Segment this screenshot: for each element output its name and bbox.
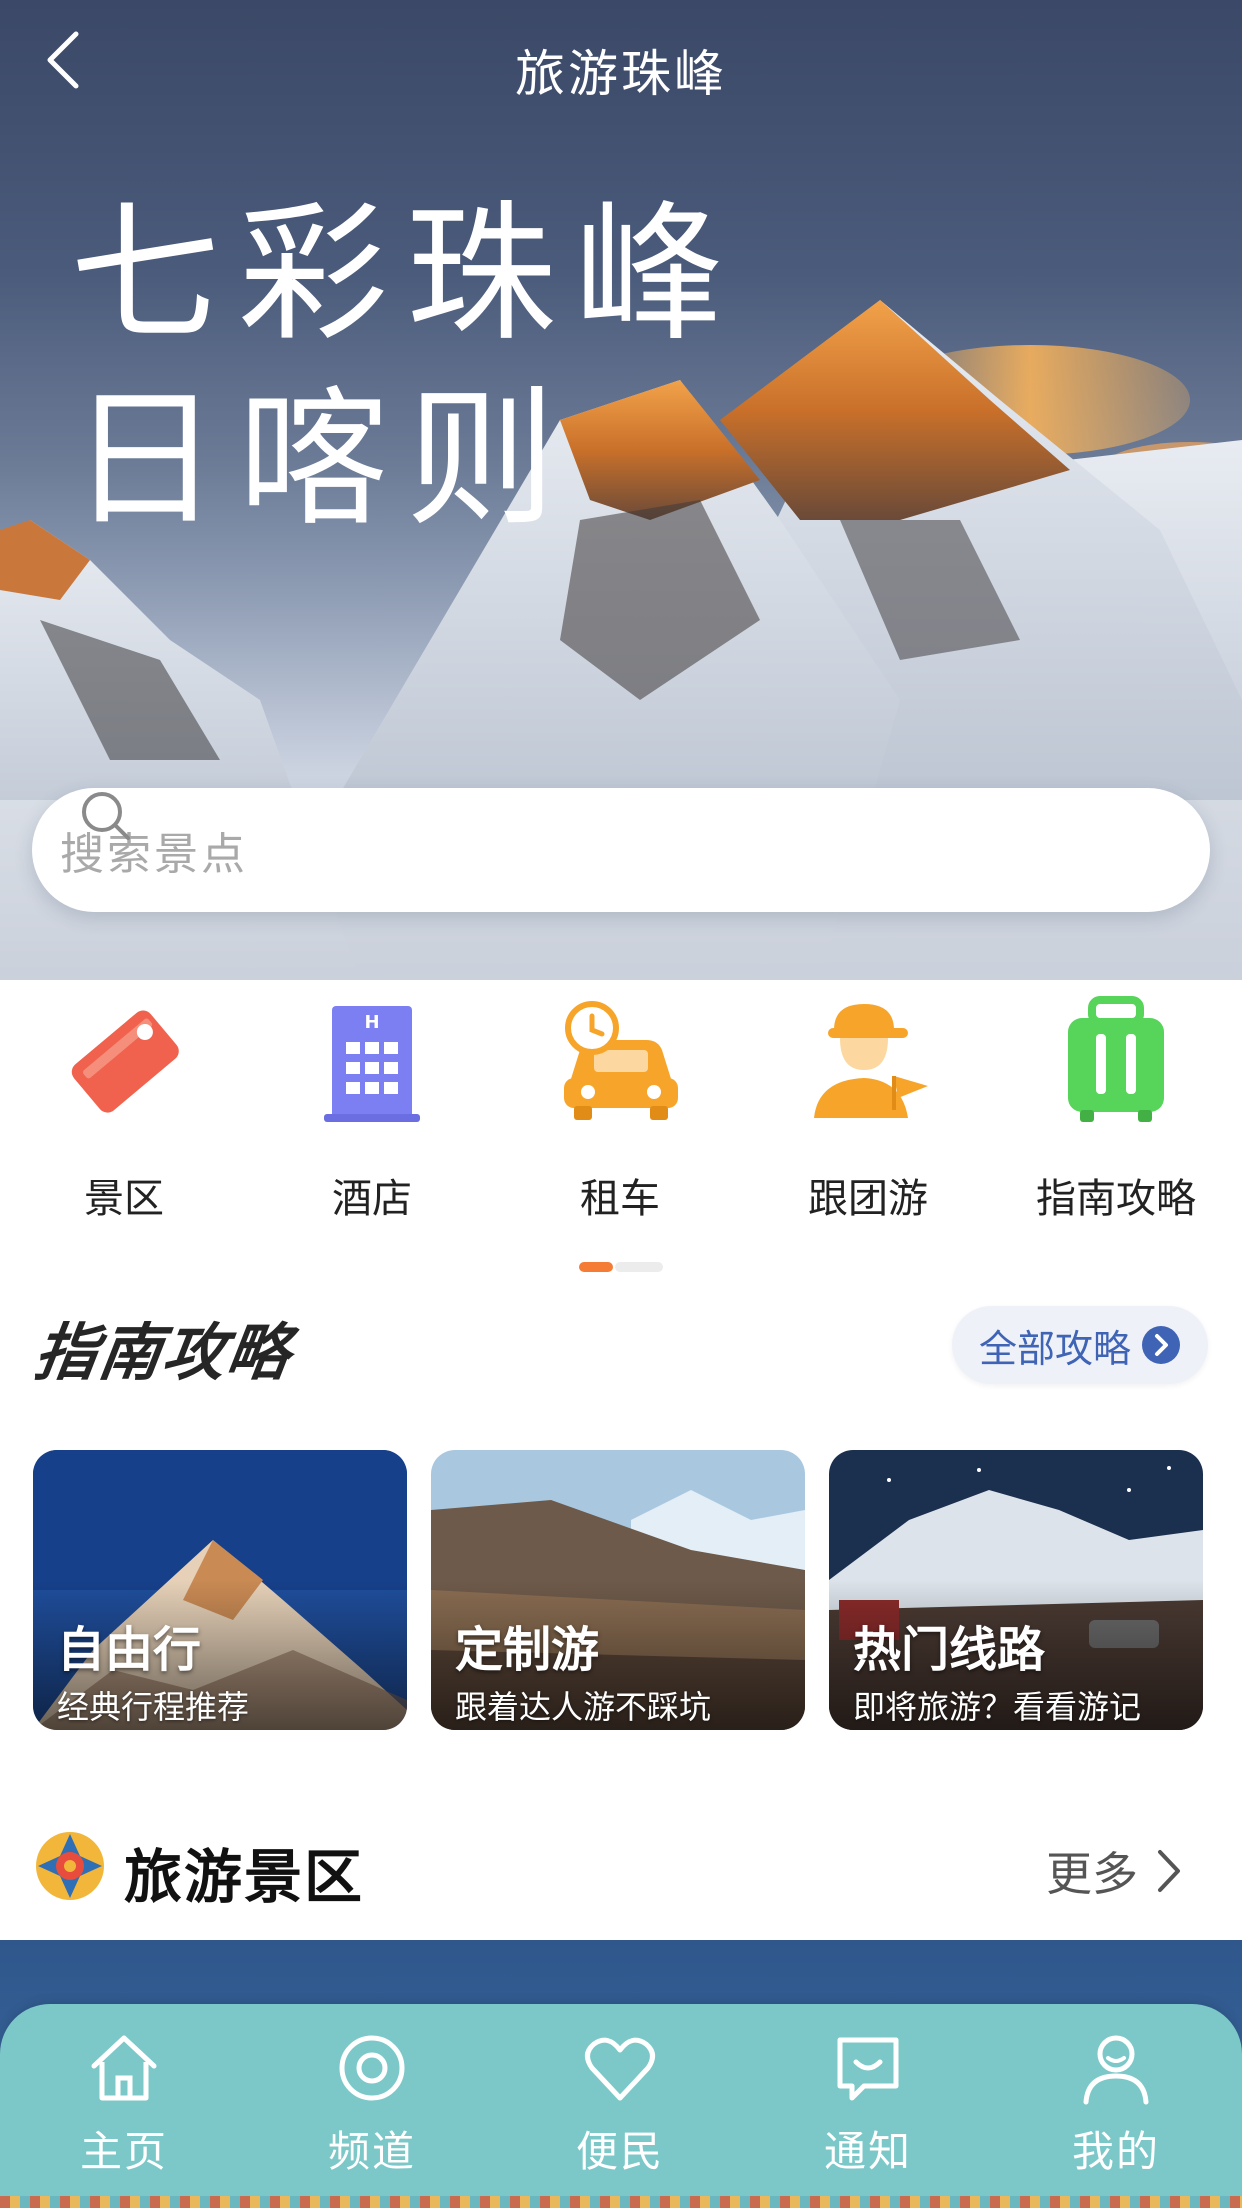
tab-channel[interactable]: 频道 [248, 2004, 496, 2208]
tab-label: 我的 [1071, 2127, 1160, 2176]
search-input[interactable]: 搜索景点 [32, 788, 1210, 912]
card-title: 定制游 [455, 1622, 600, 1678]
all-guides-button[interactable]: 全部攻略 [952, 1306, 1208, 1384]
quick-link-scenic[interactable]: 景区 [0, 990, 248, 1224]
scenic-section-title: 旅游景区 [124, 1843, 365, 1911]
tab-services[interactable]: 便民 [496, 2004, 744, 2208]
guide-card-popular-routes[interactable]: 热门线路 即将旅游？看看游记 [829, 1450, 1203, 1730]
suitcase-icon [1068, 996, 1164, 1122]
search-icon [82, 792, 130, 840]
tab-home[interactable]: 主页 [0, 2004, 248, 2208]
hotel-icon: H [324, 1006, 420, 1122]
chevron-right-icon [1158, 1850, 1180, 1892]
quick-link-label: 景区 [84, 1176, 164, 1222]
tab-notifications[interactable]: 通知 [744, 2004, 992, 2208]
more-label: 更多 [1046, 1847, 1138, 1901]
home-icon [91, 2035, 157, 2101]
car-clock-icon [564, 1001, 678, 1120]
quick-link-label: 酒店 [332, 1176, 412, 1222]
card-title: 自由行 [57, 1622, 202, 1678]
tab-label: 主页 [79, 2127, 168, 2176]
quick-link-label: 跟团游 [808, 1176, 928, 1222]
card-title: 热门线路 [853, 1622, 1046, 1678]
tab-label: 通知 [823, 2127, 912, 2176]
all-guides-label: 全部攻略 [978, 1326, 1131, 1371]
card-subtitle: 经典行程推荐 [57, 1688, 250, 1726]
page-indicator-active [579, 1262, 613, 1272]
card-subtitle: 跟着达人游不踩坑 [455, 1688, 712, 1726]
page-indicator-track [615, 1262, 663, 1272]
guide-card-custom-tour[interactable]: 定制游 跟着达人游不踩坑 [431, 1450, 805, 1730]
tag-icon [71, 1010, 179, 1113]
user-icon [1083, 2035, 1149, 2105]
tab-label: 便民 [575, 2127, 664, 2176]
chevron-right-circle-icon [1142, 1326, 1180, 1364]
page-indicator [579, 1262, 663, 1272]
tour-guide-icon [814, 1004, 928, 1118]
tab-profile[interactable]: 我的 [992, 2004, 1240, 2208]
hero-banner: 旅游珠峰 七彩珠峰 日喀则 搜索景点 [0, 0, 1242, 980]
tab-label: 频道 [327, 2127, 416, 2176]
card-subtitle: 即将旅游？看看游记 [853, 1688, 1142, 1726]
hero-title-line1: 七彩珠峰 [70, 188, 743, 362]
svg-text:H: H [364, 1012, 379, 1033]
quick-link-hotel[interactable]: H 酒店 [248, 990, 496, 1224]
quick-link-guide[interactable]: 指南攻略 [992, 990, 1240, 1224]
quick-link-car-rental[interactable]: 租车 [496, 990, 744, 1224]
quick-link-label: 租车 [580, 1176, 660, 1222]
mandala-icon [36, 1832, 104, 1900]
decorative-border [0, 2196, 1242, 2208]
hero-title-line2: 日喀则 [70, 373, 575, 547]
guide-card-free-travel[interactable]: 自由行 经典行程推荐 [33, 1450, 407, 1730]
more-button[interactable]: 更多 [1046, 1838, 1184, 1904]
quick-link-label: 指南攻略 [1036, 1176, 1196, 1222]
tab-bar: 主页 频道 便民 通知 我的 [0, 2004, 1242, 2208]
quick-link-group-tour[interactable]: 跟团游 [744, 990, 992, 1224]
message-icon [837, 2037, 899, 2101]
guide-section-title: 指南攻略 [30, 1316, 297, 1389]
page-title: 旅游珠峰 [515, 45, 727, 103]
heart-icon [585, 2037, 655, 2101]
channel-icon [339, 2035, 405, 2101]
quick-links: 景区 H 酒店 租车 跟团游 指南攻略 [0, 990, 1242, 1222]
